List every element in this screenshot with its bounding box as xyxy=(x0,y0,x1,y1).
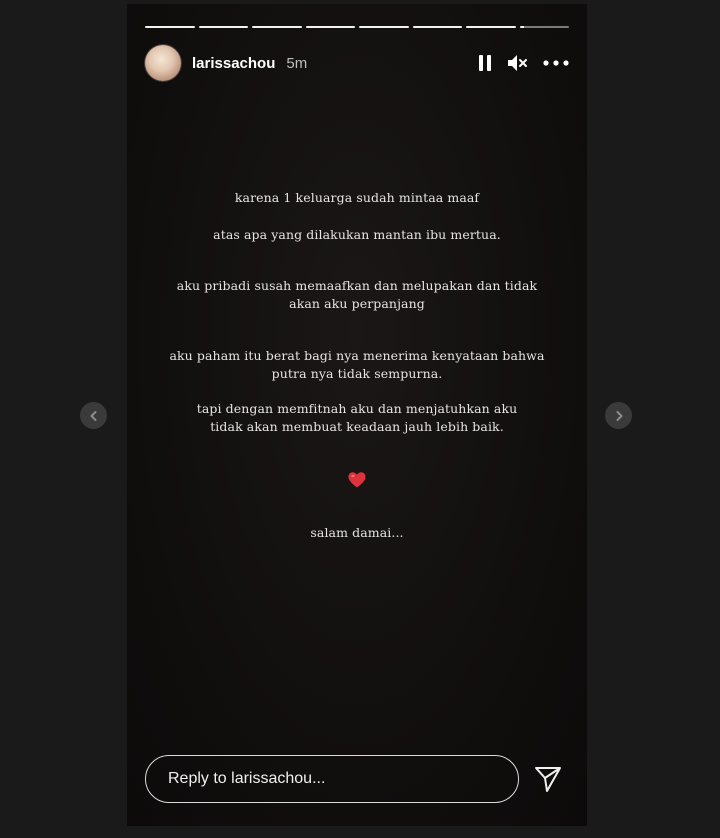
story-text-line: aku pribadi susah memaafkan dan melupaka… xyxy=(176,278,538,311)
more-options-button[interactable] xyxy=(543,59,569,67)
story-controls xyxy=(477,53,569,73)
muted-speaker-icon xyxy=(508,55,527,71)
next-story-button[interactable] xyxy=(605,402,632,429)
story-progress-bar xyxy=(145,26,569,29)
story-text-line: salam damai... xyxy=(310,525,404,540)
progress-segment xyxy=(252,26,302,28)
chevron-left-icon xyxy=(90,410,96,421)
progress-segment xyxy=(145,26,195,28)
pause-icon xyxy=(479,55,491,71)
previous-story-button[interactable] xyxy=(80,402,107,429)
progress-segment xyxy=(305,26,355,28)
progress-segment-current xyxy=(519,26,569,28)
story-timestamp: 5m xyxy=(286,54,308,72)
pause-button[interactable] xyxy=(477,54,493,72)
mute-button[interactable] xyxy=(507,53,529,73)
progress-segment xyxy=(198,26,248,28)
story-text-line: karena 1 keluarga sudah mintaa maaf xyxy=(234,190,480,205)
reply-input[interactable] xyxy=(145,755,519,803)
story-header: larissachou 5m xyxy=(145,44,569,82)
story-viewer[interactable]: larissachou 5m karena 1 keluarga sudah m… xyxy=(127,4,587,826)
avatar[interactable] xyxy=(145,45,181,81)
red-heart-emoji xyxy=(348,472,366,488)
username[interactable]: larissachou xyxy=(192,55,275,72)
send-icon[interactable] xyxy=(533,764,563,794)
reply-bar xyxy=(145,753,569,805)
chevron-right-icon xyxy=(616,410,622,421)
progress-segment xyxy=(466,26,516,28)
more-horizontal-icon xyxy=(543,60,569,66)
story-text-line: atas apa yang dilakukan mantan ibu mertu… xyxy=(213,227,501,242)
progress-segment xyxy=(412,26,462,28)
progress-segment xyxy=(359,26,409,28)
story-text-line: aku paham itu berat bagi nya menerima ke… xyxy=(169,348,545,381)
story-text-line: tapi dengan memfitnah aku dan menjatuhka… xyxy=(196,401,518,434)
